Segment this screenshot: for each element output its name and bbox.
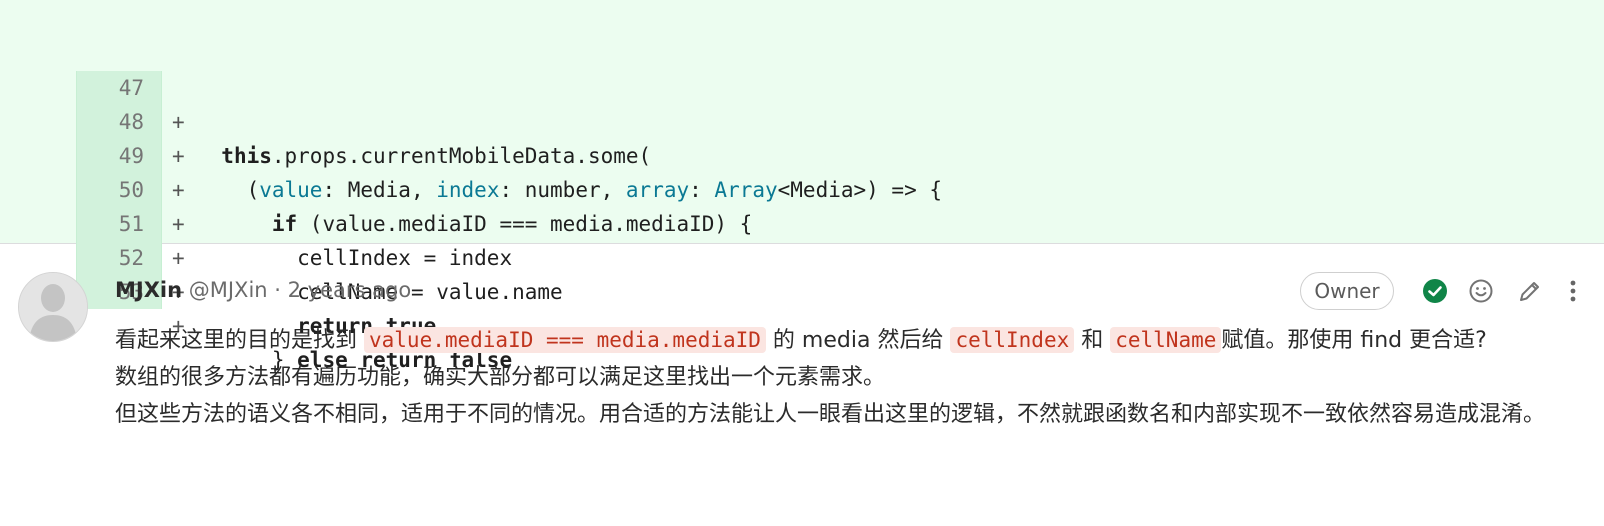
comment-header: MJXin @MJXin · 2 years ago	[115, 272, 411, 308]
inline-code: value.mediaID === media.mediaID	[364, 327, 766, 353]
diff-block: 47 + this.props.currentMobileData.some( …	[0, 0, 1604, 372]
owner-badge: Owner	[1300, 272, 1394, 310]
comment-paragraph: 但这些方法的语义各不相同，适用于不同的情况。用合适的方法能让人一眼看出这里的逻辑…	[115, 402, 1546, 427]
inline-code: cellIndex	[950, 327, 1075, 353]
author-name[interactable]: MJXin	[115, 278, 182, 302]
code-line: cellIndex = index	[297, 246, 513, 270]
vertical-ellipsis-icon	[1570, 280, 1576, 302]
avatar[interactable]	[18, 272, 88, 342]
pencil-icon	[1520, 282, 1539, 301]
edit-comment-button[interactable]	[1516, 277, 1544, 305]
diff-line: 50 + cellIndex = index	[0, 105, 1604, 270]
diff-line: 47 + this.props.currentMobileData.some(	[0, 3, 1604, 168]
author-handle[interactable]: @MJXin	[189, 278, 268, 302]
diff-line: 48 + (value: Media, index: number, array…	[0, 37, 1604, 202]
diff-sign: +	[172, 246, 185, 270]
add-reaction-button[interactable]	[1467, 277, 1495, 305]
diff-line: 49 + if (value.mediaID === media.mediaID…	[0, 71, 1604, 236]
comment-paragraph: 数组的很多方法都有遍历功能，确实大部分都可以满足这里找出一个元素需求。	[115, 365, 886, 390]
diff-line: 53 + } else return false	[0, 207, 1604, 372]
default-avatar-icon	[19, 273, 87, 341]
inline-code: cellName	[1110, 327, 1222, 353]
comment-text: 赋值。那使用 find 更合适?	[1221, 328, 1487, 353]
comment-text: 看起来这里的目的是找到	[115, 328, 364, 353]
more-actions-button[interactable]	[1559, 277, 1587, 305]
line-number[interactable]: 52	[76, 241, 144, 275]
diff-line: 51 + cellName = value.name	[0, 139, 1604, 304]
comment-body: 看起来这里的目的是找到 value.mediaID === media.medi…	[115, 322, 1575, 433]
meta-separator: ·	[267, 278, 288, 302]
diff-line: 52 + return true	[0, 173, 1604, 338]
comment-text: 和	[1074, 328, 1111, 353]
comment-paragraph: 看起来这里的目的是找到 value.mediaID === media.medi…	[115, 322, 1575, 359]
smiley-icon	[1469, 279, 1493, 303]
check-circle-icon	[1423, 279, 1447, 303]
resolve-thread-button[interactable]	[1421, 277, 1449, 305]
comment-text: 的 media 然后给	[765, 328, 951, 353]
comment-timestamp[interactable]: 2 years ago	[288, 278, 412, 302]
